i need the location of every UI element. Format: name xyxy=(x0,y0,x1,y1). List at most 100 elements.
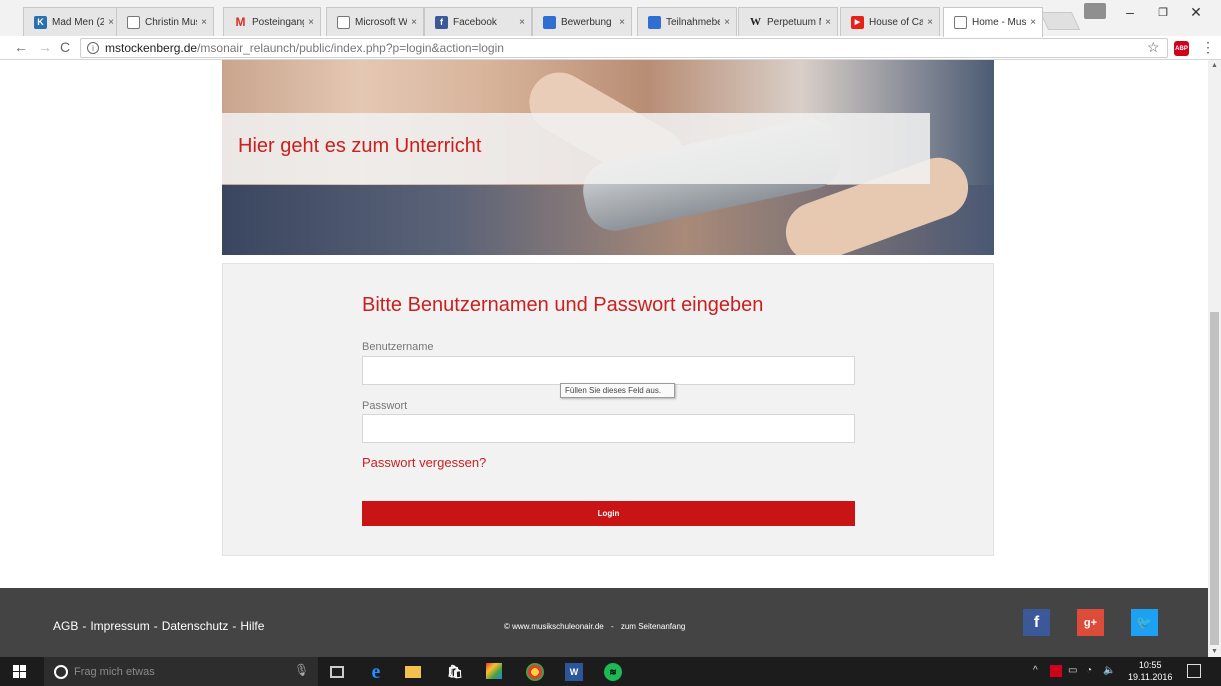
tab-title: Posteingang xyxy=(252,16,305,28)
volume-icon[interactable]: 🔈 xyxy=(1103,665,1115,676)
tab-title: Microsoft W xyxy=(355,16,408,28)
battery-icon[interactable]: ▭ xyxy=(1068,665,1077,676)
microphone-icon[interactable]: 🎙 xyxy=(294,663,309,677)
tab-close-icon[interactable]: × xyxy=(108,17,114,28)
tab-close-icon[interactable]: × xyxy=(619,17,625,28)
tab-close-icon[interactable]: × xyxy=(1030,17,1036,28)
tab-title: Teilnahmebe xyxy=(666,16,721,28)
browser-tab[interactable]: Bewerbung × xyxy=(532,7,632,36)
cortana-icon xyxy=(54,664,68,679)
footer-links: AGB - Impressum - Datenschutz - Hilfe xyxy=(53,619,265,633)
task-view-icon[interactable] xyxy=(330,666,344,678)
browser-tab[interactable]: Christin Mus × xyxy=(116,7,214,36)
profile-icon[interactable] xyxy=(1084,3,1106,19)
tab-close-icon[interactable]: × xyxy=(724,17,730,28)
tab-close-icon[interactable]: × xyxy=(825,17,831,28)
facebook-icon[interactable]: f xyxy=(1023,609,1050,636)
browser-tab[interactable]: Microsoft W × xyxy=(326,7,424,36)
username-input[interactable] xyxy=(362,356,855,385)
browser-tab[interactable]: K Mad Men (2 × xyxy=(23,7,121,36)
tab-title: Perpetuum M xyxy=(767,16,822,28)
url-path: /msonair_relaunch/public/index.php?p=log… xyxy=(197,41,504,55)
tab-close-icon[interactable]: × xyxy=(519,17,525,28)
back-icon[interactable]: ← xyxy=(14,39,28,55)
search-placeholder: Frag mich etwas xyxy=(74,665,155,678)
browser-menu-icon[interactable]: ⋮ xyxy=(1201,39,1215,56)
validation-tooltip: Füllen Sie dieses Feld aus. xyxy=(560,383,675,398)
bookmark-star-icon[interactable]: ☆ xyxy=(1147,39,1160,56)
page-icon xyxy=(337,15,350,29)
wifi-icon[interactable]: ◔ xyxy=(1086,665,1092,676)
adblock-icon[interactable]: ABP xyxy=(1174,41,1189,56)
youtube-icon: ▶ xyxy=(851,15,864,29)
twitter-icon[interactable]: 🐦 xyxy=(1131,609,1158,636)
hero-banner[interactable]: Hier geht es zum Unterricht xyxy=(222,113,930,184)
tab-title: House of Ca xyxy=(869,16,924,28)
scroll-down-icon[interactable]: ▼ xyxy=(1211,648,1218,655)
browser-tab[interactable]: W Perpetuum M × xyxy=(738,7,838,36)
browser-tab-active[interactable]: Home - Mus × xyxy=(943,7,1043,37)
scroll-up-icon[interactable]: ▲ xyxy=(1211,62,1218,69)
tray-chevron-icon[interactable]: ^ xyxy=(1033,665,1038,676)
photos-icon[interactable] xyxy=(486,663,502,679)
footer-link-agb[interactable]: AGB xyxy=(53,619,78,633)
tab-close-icon[interactable]: × xyxy=(308,17,314,28)
address-bar[interactable]: i mstockenberg.de /msonair_relaunch/publ… xyxy=(80,38,1168,58)
info-icon[interactable]: i xyxy=(87,42,99,54)
system-clock[interactable]: 10:55 19.11.2016 xyxy=(1128,659,1172,683)
login-button[interactable]: Login xyxy=(362,501,855,526)
url-domain: mstockenberg.de xyxy=(105,41,198,55)
window-close-icon[interactable]: ✕ xyxy=(1181,4,1211,21)
page-icon xyxy=(954,16,967,29)
password-input[interactable] xyxy=(362,414,855,443)
k-icon: K xyxy=(34,15,47,29)
tab-close-icon[interactable]: × xyxy=(201,17,207,28)
scrollbar-thumb[interactable] xyxy=(1210,312,1219,645)
footer-link-impressum[interactable]: Impressum xyxy=(90,619,149,633)
google-plus-icon[interactable]: g+ xyxy=(1077,609,1104,636)
tab-title: Bewerbung xyxy=(561,16,612,28)
word-icon[interactable]: W xyxy=(565,663,583,681)
folder-icon xyxy=(648,15,661,29)
browser-tab[interactable]: f Facebook × xyxy=(424,7,532,36)
file-explorer-icon[interactable] xyxy=(405,666,421,678)
tab-title: Facebook xyxy=(453,16,497,28)
browser-tab[interactable]: Teilnahmebe × xyxy=(637,7,737,36)
folder-icon xyxy=(543,15,556,29)
tab-close-icon[interactable]: × xyxy=(927,17,933,28)
footer-link-datenschutz[interactable]: Datenschutz xyxy=(162,619,229,633)
tab-title: Home - Mus xyxy=(972,17,1027,28)
tray-app-icon[interactable] xyxy=(1050,665,1062,677)
password-label: Passwort xyxy=(362,400,408,412)
footer-center: © www.musikschuleonair.de - zum Seitenan… xyxy=(504,622,686,631)
clock-date: 19.11.2016 xyxy=(1128,672,1173,682)
store-icon[interactable]: 🛍 xyxy=(446,663,464,681)
forgot-password-link[interactable]: Passwort vergessen? xyxy=(362,455,486,470)
browser-tab-strip: K Mad Men (2 × Christin Mus × M Posteing… xyxy=(0,0,1221,37)
page-icon xyxy=(127,15,140,29)
spotify-icon[interactable]: ≋ xyxy=(604,663,622,681)
footer-link-hilfe[interactable]: Hilfe xyxy=(240,619,264,633)
new-tab-button[interactable] xyxy=(1039,12,1081,30)
windows-taskbar: Frag mich etwas 🎙 e 🛍 W ≋ ^ ▭ ◔ 🔈 10:55 … xyxy=(0,657,1221,686)
forward-icon[interactable]: → xyxy=(38,39,52,55)
cortana-search-box[interactable]: Frag mich etwas 🎙 xyxy=(44,657,318,686)
chrome-icon[interactable] xyxy=(526,663,544,681)
hero-title[interactable]: Hier geht es zum Unterricht xyxy=(238,135,481,158)
windows-start-icon[interactable] xyxy=(13,665,26,678)
tab-title: Mad Men (2 xyxy=(52,16,105,28)
to-top-link[interactable]: zum Seitenanfang xyxy=(621,622,686,631)
browser-tab[interactable]: M Posteingang × xyxy=(223,7,321,36)
tab-close-icon[interactable]: × xyxy=(411,17,417,28)
minimize-icon[interactable]: – xyxy=(1115,4,1145,20)
edge-icon[interactable]: e xyxy=(367,661,385,683)
page-scrollbar[interactable]: ▲ ▼ xyxy=(1208,60,1221,657)
restore-icon[interactable]: ❐ xyxy=(1148,6,1178,19)
reload-icon[interactable]: C xyxy=(60,39,70,55)
login-heading: Bitte Benutzernamen und Passwort eingebe… xyxy=(362,294,764,316)
tab-title: Christin Mus xyxy=(145,16,198,28)
notification-center-icon[interactable] xyxy=(1187,664,1201,678)
browser-tab[interactable]: ▶ House of Ca × xyxy=(840,7,940,36)
copyright-text: © www.musikschuleonair.de xyxy=(504,622,604,631)
wikipedia-icon: W xyxy=(750,16,761,28)
